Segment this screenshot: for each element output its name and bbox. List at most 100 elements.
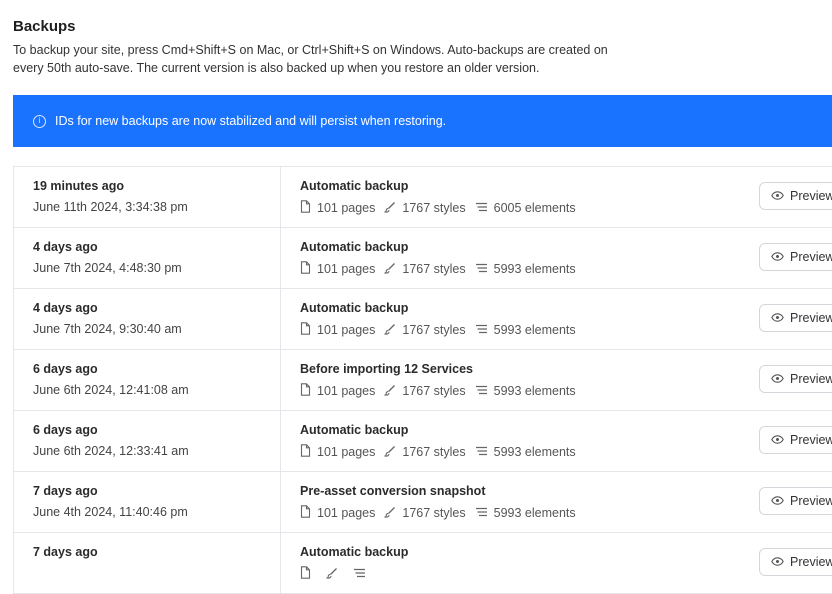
preview-label: Preview bbox=[790, 250, 832, 264]
styles-stat: 1767 styles bbox=[383, 506, 466, 521]
elements-count: 5993 elements bbox=[493, 445, 576, 459]
page-description: To backup your site, press Cmd+Shift+S o… bbox=[13, 41, 653, 77]
preview-label: Preview bbox=[790, 189, 832, 203]
backup-time-cell: 7 days ago June 4th 2024, 11:40:46 pm bbox=[14, 472, 281, 532]
styles-count: 1767 styles bbox=[402, 323, 466, 337]
backup-relative-time: 7 days ago bbox=[33, 545, 98, 559]
backup-row: 7 days ago Automatic backup Preview bbox=[14, 533, 832, 594]
styles-stat bbox=[325, 567, 344, 582]
styles-count: 1767 styles bbox=[402, 201, 466, 215]
lines-icon bbox=[475, 262, 494, 276]
pages-stat: 101 pages bbox=[300, 444, 375, 460]
pages-count: 101 pages bbox=[317, 506, 376, 520]
elements-count: 5993 elements bbox=[493, 506, 576, 520]
backup-info-cell: Automatic backup 101 pages 1767 styles 5… bbox=[300, 411, 740, 471]
pages-stat: 101 pages bbox=[300, 261, 375, 277]
elements-stat: 5993 elements bbox=[475, 262, 576, 276]
backup-info-cell: Automatic backup 101 pages 1767 styles 5… bbox=[300, 228, 740, 288]
backup-timestamp: June 7th 2024, 4:48:30 pm bbox=[33, 261, 182, 275]
brush-icon bbox=[383, 506, 402, 521]
brush-icon bbox=[383, 323, 402, 338]
elements-stat bbox=[353, 567, 372, 581]
eye-icon bbox=[771, 372, 790, 386]
pages-stat: 101 pages bbox=[300, 505, 375, 521]
info-icon: i bbox=[33, 114, 46, 128]
preview-button[interactable]: Preview bbox=[759, 365, 832, 393]
backup-time-cell: 7 days ago bbox=[14, 533, 281, 593]
backup-row: 4 days ago June 7th 2024, 9:30:40 am Aut… bbox=[14, 289, 832, 350]
preview-label: Preview bbox=[790, 494, 832, 508]
backup-stats: 101 pages 1767 styles 5993 elements bbox=[300, 261, 585, 277]
backup-stats: 101 pages 1767 styles 5993 elements bbox=[300, 383, 585, 399]
backup-row: 19 minutes ago June 11th 2024, 3:34:38 p… bbox=[14, 167, 832, 228]
styles-count: 1767 styles bbox=[402, 506, 466, 520]
backup-row: 6 days ago June 6th 2024, 12:33:41 am Au… bbox=[14, 411, 832, 472]
eye-icon bbox=[771, 555, 790, 569]
preview-button[interactable]: Preview bbox=[759, 243, 832, 271]
backup-name: Automatic backup bbox=[300, 301, 409, 315]
info-banner: i IDs for new backups are now stabilized… bbox=[13, 95, 832, 147]
elements-stat: 6005 elements bbox=[475, 201, 576, 215]
page-icon bbox=[300, 505, 317, 521]
preview-button[interactable]: Preview bbox=[759, 487, 832, 515]
preview-label: Preview bbox=[790, 372, 832, 386]
pages-stat bbox=[300, 566, 317, 582]
backup-row: 7 days ago June 4th 2024, 11:40:46 pm Pr… bbox=[14, 472, 832, 533]
page-title: Backups bbox=[13, 18, 76, 35]
backup-stats: 101 pages 1767 styles 5993 elements bbox=[300, 505, 585, 521]
lines-icon bbox=[475, 445, 494, 459]
pages-count: 101 pages bbox=[317, 201, 376, 215]
backup-timestamp: June 6th 2024, 12:33:41 am bbox=[33, 444, 189, 458]
elements-stat: 5993 elements bbox=[475, 445, 576, 459]
backup-time-cell: 4 days ago June 7th 2024, 9:30:40 am bbox=[14, 289, 281, 349]
preview-button[interactable]: Preview bbox=[759, 304, 832, 332]
elements-count: 5993 elements bbox=[493, 384, 576, 398]
eye-icon bbox=[771, 189, 790, 203]
preview-button[interactable]: Preview bbox=[759, 426, 832, 454]
pages-stat: 101 pages bbox=[300, 322, 375, 338]
brush-icon bbox=[383, 262, 402, 277]
preview-label: Preview bbox=[790, 555, 832, 569]
brush-icon bbox=[325, 567, 344, 582]
page-icon bbox=[300, 261, 317, 277]
banner-text: IDs for new backups are now stabilized a… bbox=[55, 114, 447, 128]
backup-info-cell: Before importing 12 Services 101 pages 1… bbox=[300, 350, 740, 410]
backup-relative-time: 6 days ago bbox=[33, 362, 98, 376]
page-icon bbox=[300, 444, 317, 460]
eye-icon bbox=[771, 311, 790, 325]
backup-info-cell: Automatic backup bbox=[300, 533, 740, 593]
elements-stat: 5993 elements bbox=[475, 506, 576, 520]
elements-count: 5993 elements bbox=[493, 323, 576, 337]
preview-label: Preview bbox=[790, 311, 832, 325]
backup-stats: 101 pages 1767 styles 5993 elements bbox=[300, 322, 585, 338]
styles-stat: 1767 styles bbox=[383, 323, 466, 338]
backup-time-cell: 6 days ago June 6th 2024, 12:33:41 am bbox=[14, 411, 281, 471]
lines-icon bbox=[475, 201, 494, 215]
elements-count: 6005 elements bbox=[493, 201, 576, 215]
styles-stat: 1767 styles bbox=[383, 262, 466, 277]
pages-stat: 101 pages bbox=[300, 200, 375, 216]
pages-count: 101 pages bbox=[317, 384, 376, 398]
styles-stat: 1767 styles bbox=[383, 384, 466, 399]
backup-timestamp: June 11th 2024, 3:34:38 pm bbox=[33, 200, 188, 214]
preview-button[interactable]: Preview bbox=[759, 182, 832, 210]
page-icon bbox=[300, 322, 317, 338]
eye-icon bbox=[771, 433, 790, 447]
brush-icon bbox=[383, 201, 402, 216]
brush-icon bbox=[383, 384, 402, 399]
backup-relative-time: 4 days ago bbox=[33, 301, 98, 315]
styles-count: 1767 styles bbox=[402, 384, 466, 398]
description-line-2: every 50th auto-save. The current versio… bbox=[13, 61, 540, 75]
backup-relative-time: 6 days ago bbox=[33, 423, 98, 437]
backup-time-cell: 19 minutes ago June 11th 2024, 3:34:38 p… bbox=[14, 167, 281, 227]
brush-icon bbox=[383, 445, 402, 460]
lines-icon bbox=[475, 506, 494, 520]
backup-name: Automatic backup bbox=[300, 240, 409, 254]
styles-count: 1767 styles bbox=[402, 262, 466, 276]
preview-label: Preview bbox=[790, 433, 832, 447]
backup-stats: 101 pages 1767 styles 6005 elements bbox=[300, 200, 585, 216]
backup-relative-time: 7 days ago bbox=[33, 484, 98, 498]
backup-timestamp: June 6th 2024, 12:41:08 am bbox=[33, 383, 189, 397]
preview-button[interactable]: Preview bbox=[759, 548, 832, 576]
backup-name: Automatic backup bbox=[300, 423, 409, 437]
